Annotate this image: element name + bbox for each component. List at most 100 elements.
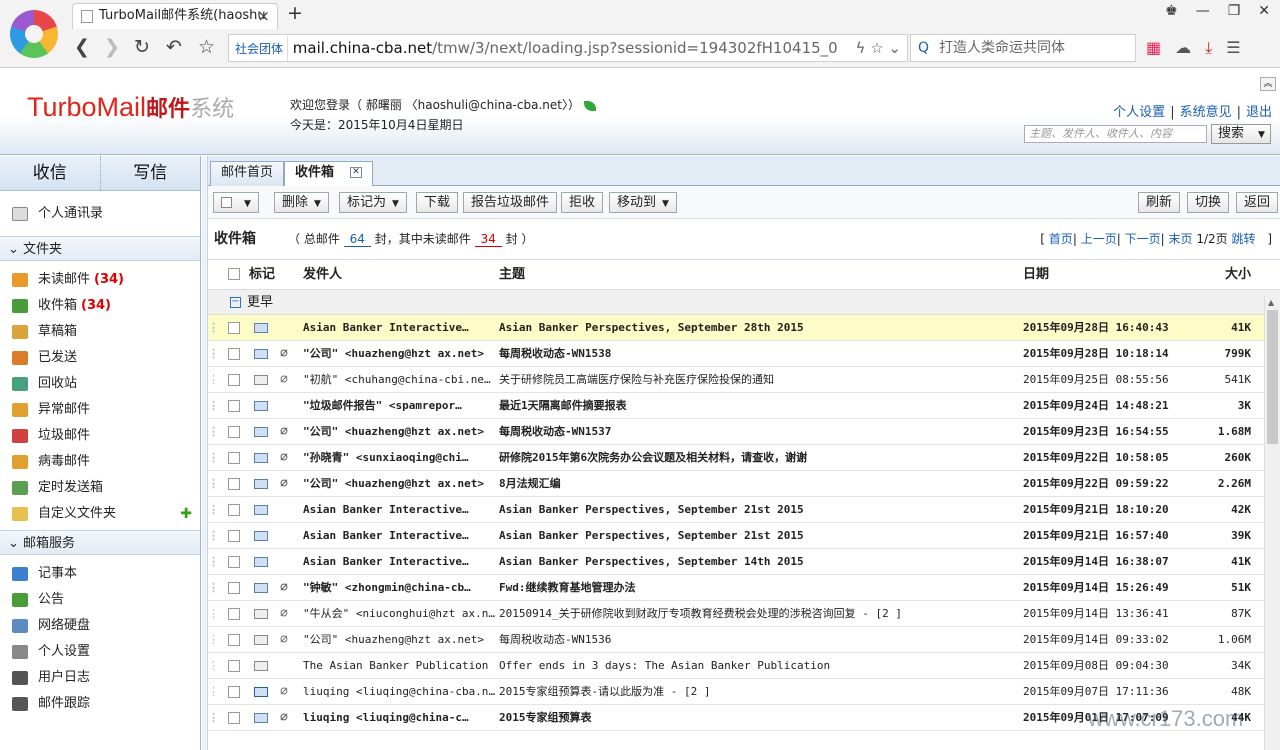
pager-next[interactable]: 下一页 (1125, 232, 1161, 246)
download-icon[interactable]: ⤓ (1205, 38, 1212, 58)
mail-row[interactable]: ⋮⋮ Asian Banker Interactive… Asian Banker … (208, 549, 1280, 575)
restore-icon[interactable]: ❐ (1228, 3, 1241, 19)
mail-subject[interactable]: Asian Banker Perspectives, September 21s… (499, 497, 1019, 522)
bookmark-icon[interactable]: ☆ (198, 36, 215, 58)
pager-prev[interactable]: 上一页 (1081, 232, 1117, 246)
sidebar-folder-item[interactable]: 病毒邮件 (0, 449, 200, 475)
pager-last[interactable]: 末页 (1168, 232, 1192, 246)
row-checkbox[interactable] (228, 660, 240, 672)
browser-logo-icon[interactable] (10, 10, 58, 58)
link-personal-settings[interactable]: 个人设置 (1113, 105, 1165, 120)
mail-subject[interactable]: Fwd:继续教育基地管理办法 (499, 575, 1019, 600)
dropdown-icon[interactable]: ⌄ (888, 39, 901, 57)
mail-subject[interactable]: 8月法规汇编 (499, 471, 1019, 496)
sidebar-service-item[interactable]: 公告 (0, 587, 200, 613)
drag-handle-icon[interactable]: ⋮⋮ (208, 367, 216, 392)
skin-icon[interactable]: ♚ (1165, 3, 1178, 19)
reload-icon[interactable]: ↻ (134, 36, 150, 58)
folders-section-header[interactable]: ⌄ 文件夹 (0, 236, 200, 261)
move-to-button[interactable]: 移动到 ▼ (609, 192, 677, 213)
mail-search-input[interactable]: 主题、发件人、收件人、内容 (1024, 125, 1207, 143)
sidebar-service-item[interactable]: 网络硬盘 (0, 613, 200, 639)
row-checkbox[interactable] (228, 634, 240, 646)
mail-row[interactable]: ⋮⋮ ⌀ "公司" <huazheng@hzt ax.net> 8月法规汇编 2015年… (208, 471, 1280, 497)
column-subject[interactable]: 主题 (499, 260, 525, 290)
column-from[interactable]: 发件人 (303, 260, 342, 290)
mail-row[interactable]: ⋮⋮ ⌀ "公司" <huazheng@hzt ax.net> 每周税收动态-WN15… (208, 341, 1280, 367)
scroll-thumb[interactable] (1267, 310, 1278, 444)
add-folder-icon[interactable]: ✚ (180, 501, 192, 527)
tab-close-icon[interactable]: × (257, 4, 270, 28)
close-tab-icon[interactable]: ✕ (350, 167, 363, 178)
sidebar-folder-item[interactable]: 回收站 (0, 371, 200, 397)
link-logout[interactable]: 退出 (1246, 105, 1272, 120)
header-checkbox[interactable] (228, 268, 240, 280)
mail-subject[interactable]: 每周税收动态-WN1536 (499, 627, 1019, 652)
drag-handle-icon[interactable]: ⋮⋮ (208, 341, 216, 366)
sidebar-folder-item[interactable]: 已发送 (0, 345, 200, 371)
sidebar-service-item[interactable]: 邮件跟踪 (0, 691, 200, 717)
mail-row[interactable]: ⋮⋮ ⌀ liuqing <liuqing@china-cba.net>2015专家… (208, 679, 1280, 705)
row-checkbox[interactable] (228, 504, 240, 516)
mail-row[interactable]: ⋮⋮ "垃圾邮件报告" <spamrepor… 最近1天隔离邮件摘要报表 2015年0… (208, 393, 1280, 419)
cloud-icon[interactable]: ☁ (1175, 38, 1191, 58)
column-size[interactable]: 大小 (1191, 260, 1251, 290)
collapse-group-icon[interactable]: − (230, 297, 241, 308)
close-window-icon[interactable]: ✕ (1258, 3, 1270, 19)
mail-row[interactable]: ⋮⋮ Asian Banker Interactive… Asian Banker … (208, 497, 1280, 523)
mail-row[interactable]: ⋮⋮ Asian Banker Interactive… Asian Banker … (208, 315, 1280, 341)
mail-row[interactable]: ⋮⋮ ⌀ "牛从会" <niuconghui@hzt ax.net>20150914… (208, 601, 1280, 627)
mail-subject[interactable]: 每周税收动态-WN1538 (499, 341, 1019, 366)
drag-handle-icon[interactable]: ⋮⋮ (208, 497, 216, 522)
mail-row[interactable]: ⋮⋮ ⌀ "孙晓青" <sunxiaoqing@chi… 研修院2015年第6次院务办… (208, 445, 1280, 471)
download-button[interactable]: 下载 (416, 192, 459, 213)
browser-search-input[interactable]: Q 打造人类命运共同体 (910, 34, 1136, 62)
mail-search-button[interactable]: 搜索 ▼ (1211, 124, 1271, 144)
mail-row[interactable]: ⋮⋮ The Asian Banker Publication Offer ends… (208, 653, 1280, 679)
mail-row[interactable]: ⋮⋮ ⌀ "钟敏" <zhongmin@china-cb… Fwd:继续教育基地管理办… (208, 575, 1280, 601)
row-checkbox[interactable] (228, 374, 240, 386)
mail-subject[interactable]: 20150914_关于研修院收到财政厅专项教育经费税会处理的涉税咨询回复 - [… (499, 601, 1019, 626)
drag-handle-icon[interactable]: ⋮⋮ (208, 523, 216, 548)
address-bar[interactable]: 社会团体 mail.china-cba.net/tmw/3/next/loadi… (228, 34, 908, 62)
select-all-checkbox[interactable] (221, 197, 232, 208)
row-checkbox[interactable] (228, 452, 240, 464)
drag-handle-icon[interactable]: ⋮⋮ (208, 601, 216, 626)
row-checkbox[interactable] (228, 400, 240, 412)
row-checkbox[interactable] (228, 686, 240, 698)
sidebar-service-item[interactable]: 用户日志 (0, 665, 200, 691)
reject-button[interactable]: 拒收 (561, 192, 604, 213)
row-checkbox[interactable] (228, 426, 240, 438)
mail-row[interactable]: ⋮⋮ ⌀ "初航" <chuhang@china-cbi.net>关于研修院员工高端… (208, 367, 1280, 393)
mail-subject[interactable]: 关于研修院员工高端医疗保险与补充医疗保险投保的通知 (499, 367, 1019, 392)
drag-handle-icon[interactable]: ⋮⋮ (208, 315, 216, 340)
drag-handle-icon[interactable]: ⋮⋮ (208, 471, 216, 496)
mark-as-button[interactable]: 标记为 ▼ (339, 192, 407, 213)
mail-list-scrollbar[interactable]: ▲ (1264, 296, 1280, 750)
apps-icon[interactable]: ▦ (1146, 38, 1161, 58)
row-checkbox[interactable] (228, 608, 240, 620)
mail-row[interactable]: ⋮⋮ ⌀ "公司" <huazheng@hzt ax.net> 每周税收动态-WN15… (208, 627, 1280, 653)
row-checkbox[interactable] (228, 556, 240, 568)
row-checkbox[interactable] (228, 322, 240, 334)
star-icon[interactable]: ☆ (870, 39, 883, 57)
drag-handle-icon[interactable]: ⋮⋮ (208, 549, 216, 574)
refresh-button[interactable]: 刷新 (1138, 192, 1181, 213)
mail-subject[interactable]: 每周税收动态-WN1537 (499, 419, 1019, 444)
new-tab-icon[interactable]: + (287, 2, 303, 24)
sidebar-folder-item[interactable]: 垃圾邮件 (0, 423, 200, 449)
report-spam-button[interactable]: 报告垃圾邮件 (463, 192, 558, 213)
drag-handle-icon[interactable]: ⋮⋮ (208, 575, 216, 600)
row-checkbox[interactable] (228, 582, 240, 594)
undo-close-icon[interactable]: ↶ (166, 36, 182, 58)
mail-subject[interactable]: 2015专家组预算表-请以此版为准 - [2 ] (499, 679, 1019, 704)
drag-handle-icon[interactable]: ⋮⋮ (208, 419, 216, 444)
mail-subject[interactable]: Asian Banker Perspectives, September 21s… (499, 523, 1019, 548)
menu-icon[interactable]: ☰ (1226, 38, 1240, 58)
sidebar-item-contacts[interactable]: 个人通讯录 (0, 191, 200, 236)
mail-subject[interactable]: Offer ends in 3 days: The Asian Banker P… (499, 653, 1019, 678)
pager-first[interactable]: 首页 (1049, 232, 1073, 246)
sidebar-folder-item[interactable]: 定时发送箱 (0, 475, 200, 501)
drag-handle-icon[interactable]: ⋮⋮ (208, 393, 216, 418)
tab-mail-home[interactable]: 邮件首页 (210, 161, 285, 186)
